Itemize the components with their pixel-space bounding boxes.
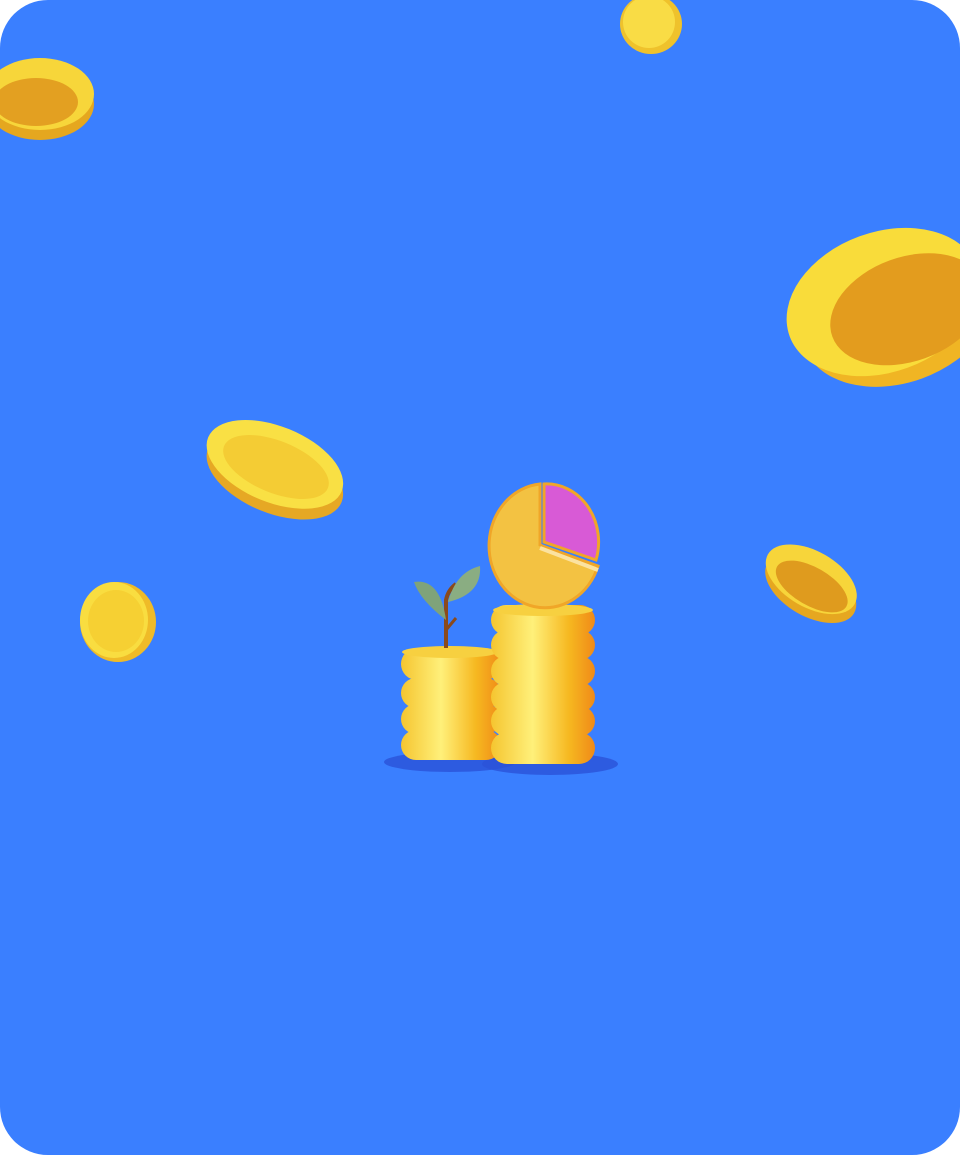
coin-icon	[765, 544, 857, 624]
plant-icon	[414, 566, 481, 648]
coin-icon	[620, 0, 682, 54]
coin-icon	[0, 58, 94, 140]
coins-illustration	[0, 0, 960, 775]
pie-chart-icon	[487, 482, 601, 610]
coin-stack-icon	[384, 604, 618, 775]
coin-icon	[786, 227, 960, 387]
coin-icon	[206, 420, 344, 520]
coin-icon	[80, 582, 156, 662]
splash-card	[0, 0, 960, 1155]
